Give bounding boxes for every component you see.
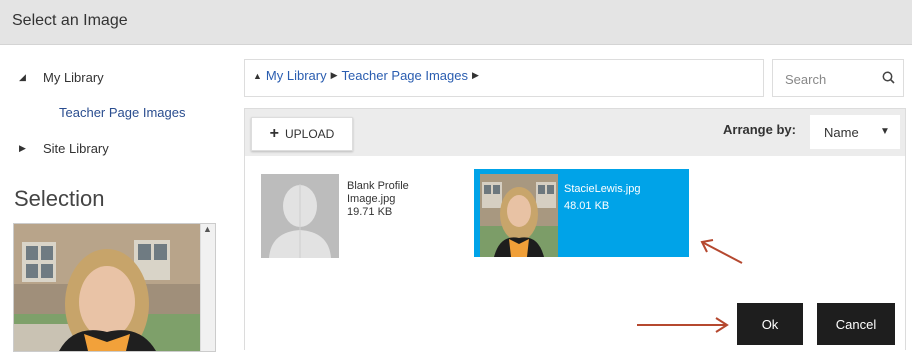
file-item-selected[interactable]: StacieLewis.jpg 48.01 KB [474, 169, 689, 257]
arrange-by-label: Arrange by: [723, 122, 796, 137]
breadcrumb-separator-icon: ▶ [330, 70, 338, 80]
breadcrumb-my-library[interactable]: My Library [266, 68, 327, 83]
file-name: StacieLewis.jpg [564, 183, 641, 195]
dialog-title: Select an Image [12, 12, 128, 29]
breadcrumb-separator-icon: ▶ [472, 70, 479, 80]
tree-item-my-library[interactable]: My Library [43, 70, 104, 85]
chevron-down-icon: ▼ [880, 126, 890, 137]
breadcrumb-root-triangle-icon: ▲ [253, 70, 262, 81]
upload-label: UPLOAD [284, 127, 335, 141]
arrange-by-select[interactable]: Name ▼ [810, 115, 900, 149]
search-icon[interactable] [882, 71, 895, 84]
file-item[interactable]: Blank Profile Image.jpg 19.71 KB [261, 174, 461, 260]
arrange-by-value: Name [824, 125, 859, 140]
search-input[interactable] [783, 68, 867, 90]
dialog-titlebar: Select an Image [0, 0, 912, 45]
breadcrumb: ▲ My Library ▶ Teacher Page Images ▶ [244, 59, 764, 97]
file-size: 19.71 KB [347, 206, 393, 218]
selection-scrollbar[interactable]: ▲ [200, 224, 215, 351]
file-name: Blank Profile Image.jpg [347, 180, 409, 205]
photo-thumbnail [480, 174, 558, 257]
search-box [772, 59, 904, 97]
ok-button[interactable]: Ok [737, 303, 803, 345]
tree-item-teacher-page-images[interactable]: Teacher Page Images [59, 105, 185, 120]
upload-button[interactable]: + UPLOAD [251, 117, 353, 151]
breadcrumb-teacher-page-images[interactable]: Teacher Page Images [342, 68, 468, 83]
file-size: 48.01 KB [564, 200, 610, 212]
expanded-triangle-icon[interactable]: ◢ [19, 72, 26, 83]
tree-item-site-library[interactable]: Site Library [43, 141, 109, 156]
selection-heading: Selection [14, 186, 105, 211]
scroll-up-icon[interactable]: ▲ [203, 224, 212, 234]
photo-image [480, 174, 558, 257]
collapsed-triangle-icon[interactable]: ▶ [19, 143, 26, 154]
plus-icon: + [269, 125, 279, 142]
file-toolbar: + UPLOAD Arrange by: Name ▼ [244, 108, 906, 158]
selected-photo [14, 224, 201, 351]
file-grid: Blank Profile Image.jpg 19.71 KB StacieL… [244, 156, 906, 350]
cancel-button[interactable]: Cancel [817, 303, 895, 345]
person-silhouette-icon [261, 174, 339, 258]
blank-profile-thumbnail [261, 174, 339, 258]
selection-preview: ▲ [13, 223, 216, 352]
